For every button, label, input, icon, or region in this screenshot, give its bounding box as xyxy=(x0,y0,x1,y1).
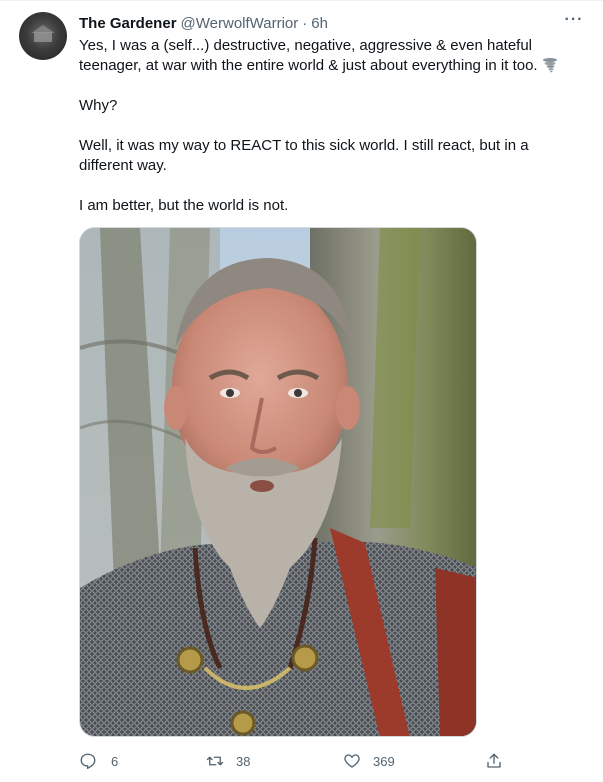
more-options-icon[interactable]: ··· xyxy=(563,12,585,33)
retweet-count: 38 xyxy=(236,753,251,769)
retweet-icon xyxy=(206,756,224,766)
tweet-paragraph: I am better, but the world is not. xyxy=(79,197,289,214)
tweet-text: Yes, I was a (self...) destructive, nega… xyxy=(79,36,584,216)
tweet-timestamp[interactable]: 6h xyxy=(311,15,328,32)
author-name[interactable]: The Gardener xyxy=(79,15,177,32)
author-handle[interactable]: @WerwolfWarrior xyxy=(181,15,299,32)
tweet-actions: 6 38 369 xyxy=(79,749,584,773)
reply-count: 6 xyxy=(111,753,119,769)
share-icon xyxy=(487,753,501,768)
reply-button[interactable]: 6 xyxy=(79,749,118,773)
avatar[interactable] xyxy=(19,12,67,60)
tweet-paragraph: Well, it was my way to REACT to this sic… xyxy=(79,137,529,174)
avatar-house-shape xyxy=(34,32,52,42)
tweet-paragraph: Why? xyxy=(79,97,118,114)
tweet-paragraph: Yes, I was a (self...) destructive, nega… xyxy=(79,36,584,76)
tweet-card[interactable]: The Gardener @WerwolfWarrior · 6h ··· Ye… xyxy=(0,0,603,782)
retweet-button[interactable]: 38 xyxy=(206,749,250,773)
reply-icon xyxy=(80,753,96,770)
like-button[interactable]: 369 xyxy=(343,749,395,773)
share-button[interactable] xyxy=(485,749,503,773)
header-separator: · xyxy=(302,14,308,32)
like-count: 369 xyxy=(373,753,395,769)
tweet-paragraph-text: Yes, I was a (self...) destructive, nega… xyxy=(79,37,538,74)
heart-icon xyxy=(344,754,360,768)
tweet-photo[interactable] xyxy=(79,227,477,737)
photo-man-chainmail xyxy=(80,228,476,736)
tweet-header: The Gardener @WerwolfWarrior · 6h xyxy=(79,13,328,33)
tornado-icon xyxy=(542,58,557,73)
